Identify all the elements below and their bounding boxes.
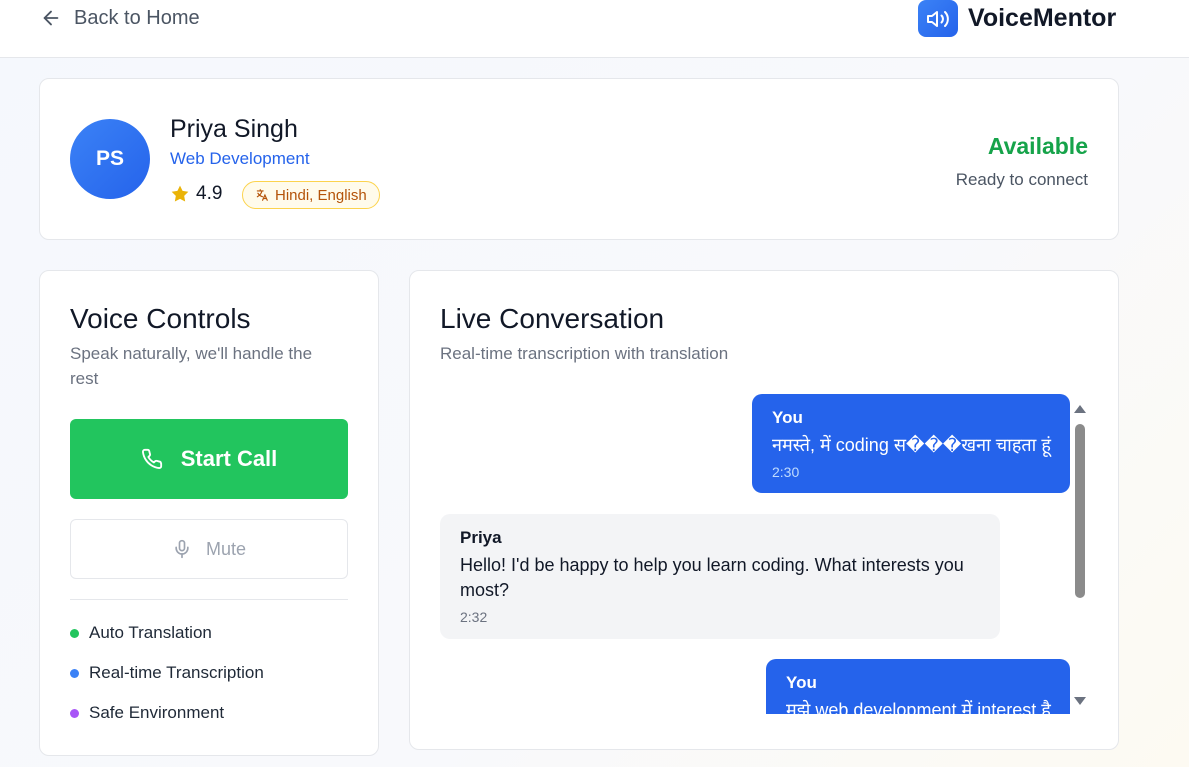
message-time: 2:32 — [460, 609, 488, 625]
microphone-icon — [175, 539, 189, 559]
back-to-home-link[interactable]: Back to Home — [40, 6, 200, 30]
live-conversation-card: Live Conversation Real-time transcriptio… — [409, 270, 1119, 750]
scroll-down-arrow-icon[interactable] — [1074, 697, 1086, 705]
brand-name: VoiceMentor — [968, 4, 1117, 32]
languages-badge: Hindi, English — [242, 181, 380, 209]
feature-label: Real-time Transcription — [89, 663, 264, 682]
message-sender: You — [772, 408, 803, 427]
message-text: Hello! I'd be happy to help you learn co… — [460, 555, 964, 600]
status-subtext: Ready to connect — [955, 170, 1088, 189]
feature-safe-environment: Safe Environment — [70, 703, 224, 723]
status-dot — [70, 628, 79, 638]
rating: 4.9 — [170, 183, 222, 205]
feature-label: Auto Translation — [89, 623, 212, 642]
avatar: PS — [70, 119, 150, 199]
phone-icon — [141, 448, 162, 469]
status-dot — [70, 668, 79, 678]
feature-label: Safe Environment — [89, 703, 225, 722]
live-conversation-subtitle: Real-time transcription with translation — [440, 344, 729, 363]
divider — [70, 599, 348, 600]
message-time: 2:30 — [772, 464, 800, 480]
message-text: मुझे web development में interest है — [786, 700, 1051, 714]
mentor-name: Priya Singh — [170, 115, 298, 143]
back-label: Back to Home — [74, 6, 200, 29]
message-bubble-user: You मुझे web development में interest है — [766, 659, 1070, 714]
mentor-profile-card: PS Priya Singh Web Development 4.9 Hindi… — [39, 78, 1119, 240]
translate-icon — [256, 189, 268, 201]
rating-value: 4.9 — [196, 183, 223, 204]
scroll-thumb[interactable] — [1075, 424, 1085, 598]
feature-realtime-transcription: Real-time Transcription — [70, 663, 264, 683]
voice-controls-card: Voice Controls Speak naturally, we'll ha… — [39, 270, 379, 756]
message-sender: Priya — [460, 528, 502, 547]
mute-button[interactable]: Mute — [70, 519, 348, 579]
status-text: Available — [987, 133, 1088, 159]
message-bubble-user: You नमस्ते, में coding स���खना चाहता हूं… — [752, 394, 1070, 493]
message-bubble-mentor: Priya Hello! I'd be happy to help you le… — [440, 514, 1000, 639]
languages-label: Hindi, English — [275, 186, 367, 204]
message-text: नमस्ते, में coding स���खना चाहता हूं — [772, 435, 1051, 455]
voice-controls-title: Voice Controls — [70, 303, 251, 334]
speaker-icon — [918, 0, 958, 37]
start-call-button[interactable]: Start Call — [70, 419, 348, 499]
scroll-up-arrow-icon[interactable] — [1074, 405, 1086, 413]
voice-controls-subtitle: Speak naturally, we'll handle the rest — [70, 344, 313, 388]
star-icon — [171, 185, 189, 202]
availability-status: Available Ready to connect — [956, 133, 1088, 190]
message-sender: You — [786, 673, 817, 692]
message-list[interactable]: You नमस्ते, में coding स���खना चाहता हूं… — [440, 394, 1070, 714]
live-conversation-title: Live Conversation — [440, 303, 665, 334]
feature-auto-translation: Auto Translation — [70, 623, 212, 643]
status-dot — [70, 708, 79, 718]
start-call-label: Start Call — [180, 446, 278, 471]
mentor-field: Web Development — [170, 149, 310, 168]
mute-label: Mute — [205, 538, 247, 559]
brand: VoiceMentor — [918, 0, 1116, 37]
arrow-left-icon — [43, 10, 59, 26]
top-bar: Back to Home VoiceMentor — [0, 0, 1189, 58]
message-scrollbar[interactable] — [1072, 402, 1086, 708]
